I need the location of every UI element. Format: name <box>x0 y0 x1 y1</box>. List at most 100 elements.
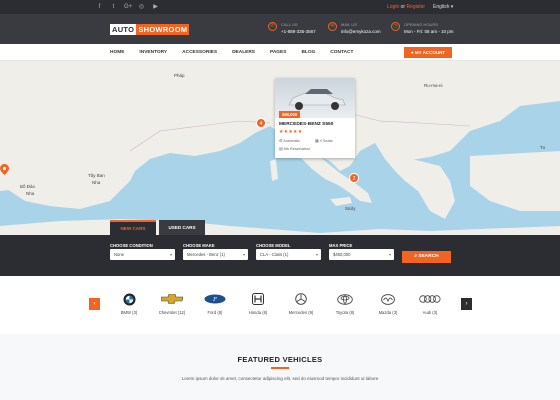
spec-transmission-label: Automatic <box>283 139 301 143</box>
brand-label: Chevrolet (12) <box>158 310 186 315</box>
featured-title: FEATURED VEHICLES <box>237 355 323 364</box>
main-nav: HOME INVENTORY ACCESSORIES DEALERS PAGES… <box>0 44 560 61</box>
condition-field: CHOOSE CONDITION None ▾ <box>110 242 175 260</box>
map-marker-icon[interactable] <box>0 164 9 175</box>
twitter-icon[interactable]: t <box>110 2 117 12</box>
carousel-prev-button[interactable]: ‹ <box>89 298 100 310</box>
bmw-logo-icon <box>123 293 135 305</box>
audi-logo-icon <box>419 295 441 303</box>
clock-icon: ◷ <box>391 22 400 31</box>
search-tabs: NEW CARS USED CARS <box>110 220 205 235</box>
youtube-icon[interactable]: ▶ <box>152 2 159 12</box>
google-plus-icon[interactable]: G+ <box>124 2 132 12</box>
call-value: +1-888-335-3567 <box>281 29 316 34</box>
brand-label: Toyota (8) <box>335 310 355 315</box>
login-link[interactable]: Login <box>387 4 399 10</box>
featured-section: FEATURED VEHICLES Lorem ipsum dolor sit … <box>0 334 560 400</box>
chevrolet-logo-icon <box>161 294 183 304</box>
top-bar: f t G+ ◎ ▶ Login or Register English ▾ <box>0 0 560 14</box>
auth-links: Login or Register <box>387 2 425 12</box>
site-logo[interactable]: AUTO SHOWROOM <box>110 24 190 35</box>
nav-item-accessories[interactable]: ACCESSORIES <box>182 44 217 61</box>
price-select[interactable]: $450,000 ▾ <box>329 249 394 260</box>
condition-select[interactable]: None ▾ <box>110 249 175 260</box>
make-select[interactable]: Mercedes - Benz (1) ▾ <box>183 249 248 260</box>
brand-honda[interactable]: Honda (6) <box>240 292 276 315</box>
brand-audi[interactable]: Audi (3) <box>412 292 448 315</box>
spec-transmission: ⚙ Automatic <box>279 138 300 143</box>
brand-label: BMW (3) <box>120 310 138 315</box>
brand-mazda[interactable]: Mazda (3) <box>370 292 406 315</box>
brand-toyota[interactable]: Toyota (8) <box>327 292 363 315</box>
chevron-left-icon: ‹ <box>93 301 96 307</box>
search-button[interactable]: ⌕ SEARCH <box>402 251 451 263</box>
model-value: CLA - Class (1) <box>260 252 289 257</box>
model-label: CHOOSE MODEL <box>256 243 291 248</box>
hours-value: Mon - Fri: 08 am - 10 pm <box>404 29 454 34</box>
featured-description: Lorem ipsum dolor sit amet, consectetur … <box>181 376 379 381</box>
nav-item-home[interactable]: HOME <box>110 44 124 61</box>
facebook-icon[interactable]: f <box>96 2 103 12</box>
brand-mercedes[interactable]: Mercedes (9) <box>283 292 319 315</box>
brand-ford[interactable]: F Ford (8) <box>197 292 233 315</box>
brands-carousel: ‹ › BMW (3) Chevrolet (12) F Ford (8) Ho… <box>0 276 560 334</box>
header: AUTO SHOWROOM ✆ CALL US +1-888-335-3567 … <box>0 14 560 44</box>
nav-item-inventory[interactable]: INVENTORY <box>139 44 167 61</box>
honda-logo-icon <box>252 293 264 305</box>
map-label-turkey: Tu <box>540 145 546 150</box>
or-text: or <box>400 4 406 10</box>
model-field: CHOOSE MODEL CLA - Class (1) ▾ <box>256 242 321 260</box>
rating-stars: ★★★★★ <box>279 129 303 135</box>
search-button-label: SEARCH <box>418 254 439 259</box>
map-label-portugal-1: Bồ Đào <box>20 184 36 189</box>
nav-item-dealers[interactable]: DEALERS <box>232 44 255 61</box>
spec-reservation-label: 6th Reservation <box>283 147 311 151</box>
map-label-portugal-2: Nha <box>26 191 35 196</box>
chevron-down-icon: ▾ <box>450 4 454 10</box>
model-select[interactable]: CLA - Class (1) ▾ <box>256 249 321 260</box>
social-links: f t G+ ◎ ▶ <box>96 2 159 12</box>
vehicle-name[interactable]: MERCEDES-BENZ S550 <box>279 122 333 127</box>
phone-icon: ✆ <box>268 22 277 31</box>
register-link[interactable]: Register <box>406 4 425 10</box>
language-label: English <box>433 4 450 10</box>
nav-item-pages[interactable]: PAGES <box>270 44 286 61</box>
spec-seats-label: 4 Seats <box>319 139 333 143</box>
carousel-next-button[interactable]: › <box>461 298 472 310</box>
mail-value[interactable]: info@emykoza.com <box>341 28 381 35</box>
nav-item-blog[interactable]: BLOG <box>301 44 315 61</box>
toyota-logo-icon <box>337 293 353 305</box>
opening-hours-block: ◷ OPENING HOURS Mon - Fri: 08 am - 10 pm <box>391 22 454 35</box>
chevron-down-icon: ▾ <box>169 252 172 257</box>
brand-chevrolet[interactable]: Chevrolet (12) <box>154 292 190 315</box>
price-label: MAX PRICE <box>329 243 353 248</box>
mazda-logo-icon <box>381 293 395 305</box>
logo-text-b: SHOWROOM <box>136 24 190 35</box>
nav-item-contact[interactable]: CONTACT <box>330 44 353 61</box>
map-label-sicily: Sicily <box>345 206 356 211</box>
spec-reservation: ▤ 6th Reservation <box>279 146 310 151</box>
mail-icon: ✉ <box>328 22 337 31</box>
chevron-down-icon: ▾ <box>315 252 318 257</box>
vehicle-popup-card[interactable]: $90,000 MERCEDES-BENZ S550 ★★★★★ ⚙ Autom… <box>275 78 355 158</box>
title-divider <box>271 367 289 369</box>
price-field: MAX PRICE $450,000 ▾ <box>329 242 394 260</box>
brand-label: Honda (6) <box>248 310 268 315</box>
brand-bmw[interactable]: BMW (3) <box>111 292 147 315</box>
spec-seats: ▦ 4 Seats <box>315 138 333 143</box>
my-account-label: MY ACCOUNT <box>414 50 446 55</box>
instagram-icon[interactable]: ◎ <box>138 2 145 12</box>
map-cluster-pin[interactable]: 2 <box>349 173 359 183</box>
tab-new-cars[interactable]: NEW CARS <box>110 220 156 235</box>
language-select[interactable]: English ▾ <box>433 2 453 12</box>
condition-label: CHOOSE CONDITION <box>110 243 153 248</box>
chevron-down-icon: ▾ <box>242 252 245 257</box>
tab-used-cars[interactable]: USED CARS <box>159 220 205 235</box>
condition-value: None <box>114 252 125 257</box>
my-account-button[interactable]: ● MY ACCOUNT <box>404 47 452 58</box>
vehicle-price-badge: $90,000 <box>279 111 301 118</box>
map-cluster-pin[interactable]: 4 <box>256 118 266 128</box>
map-label-france: Pháp <box>174 73 185 78</box>
map-label-spain-1: Tây Ban <box>88 173 105 178</box>
make-label: CHOOSE MAKE <box>183 243 215 248</box>
